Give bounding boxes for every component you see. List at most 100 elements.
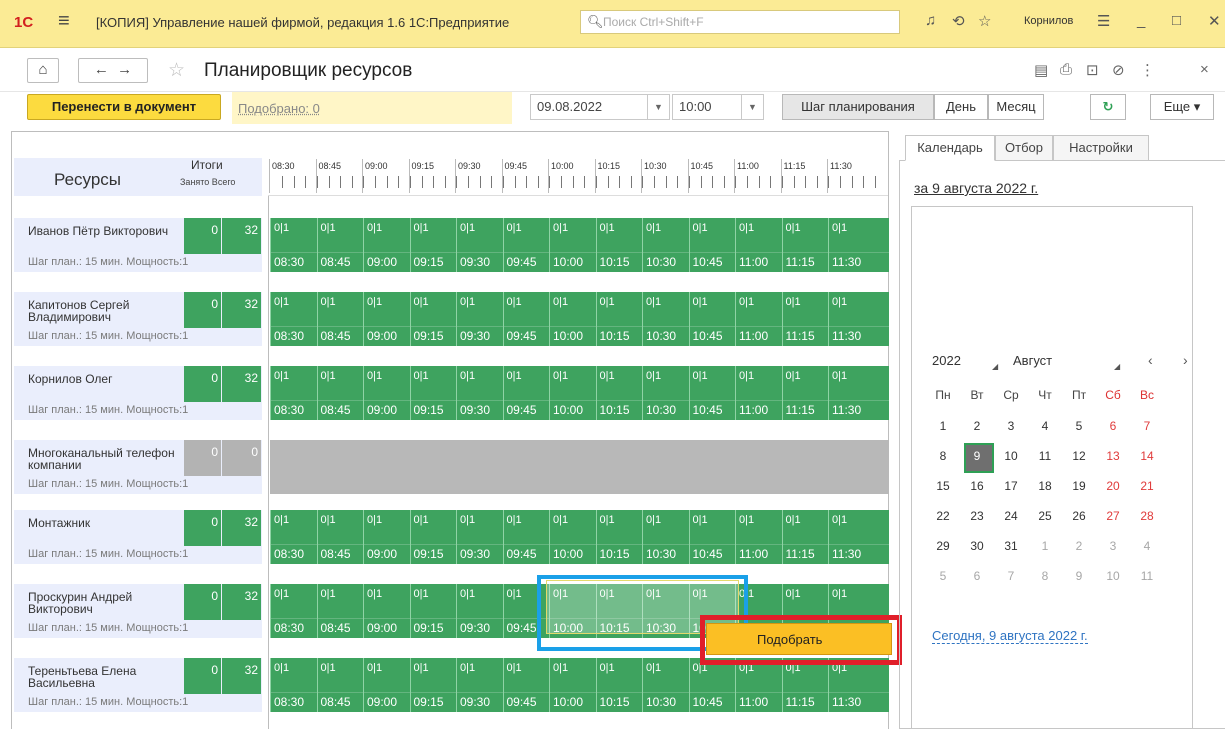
save-icon[interactable]: ▤: [1034, 61, 1048, 79]
calendar-day[interactable]: 23: [960, 502, 994, 530]
calendar-day[interactable]: 6: [960, 562, 994, 590]
resource-name[interactable]: Многоканальный телефон компании: [14, 440, 184, 476]
calendar-day[interactable]: 10: [994, 442, 1028, 470]
schedule-cell[interactable]: 0|110:45: [688, 510, 735, 564]
calendar-day[interactable]: 30: [960, 532, 994, 560]
schedule-cell[interactable]: 0|111:00: [735, 366, 781, 420]
calendar-day[interactable]: 6: [1096, 412, 1130, 440]
schedule-cell[interactable]: 0|1 09:15: [409, 584, 456, 638]
calendar-day[interactable]: 13: [1096, 442, 1130, 470]
calendar-day[interactable]: 14: [1130, 442, 1164, 470]
transfer-to-document-button[interactable]: Перенести в документ: [27, 94, 221, 120]
schedule-cell[interactable]: 0|1 10:30: [642, 292, 688, 346]
main-menu-icon[interactable]: ≡: [58, 10, 70, 33]
schedule-cell[interactable]: 0|111:30: [828, 218, 874, 272]
mode-month-button[interactable]: Месяц: [988, 94, 1044, 120]
calendar-day[interactable]: 4: [1028, 412, 1062, 440]
schedule-cell[interactable]: 0|1 10:30: [642, 366, 688, 420]
schedule-cell[interactable]: 0|1 09:30: [456, 658, 502, 712]
resource-name[interactable]: Монтажник: [14, 510, 184, 546]
schedule-cell[interactable]: 0|1 08:30: [270, 218, 316, 272]
calendar-day[interactable]: 15: [926, 472, 960, 500]
schedule-cell[interactable]: 0|1 08:45: [316, 584, 363, 638]
schedule-cell[interactable]: 0|1 10:15: [595, 366, 642, 420]
calendar-day[interactable]: 5: [1062, 412, 1096, 440]
schedule-cell[interactable]: 0|1 08:45: [316, 366, 363, 420]
calendar-day[interactable]: 29: [926, 532, 960, 560]
resource-name[interactable]: Проскурин Андрей Викторович: [14, 584, 184, 620]
schedule-cell[interactable]: 0|1 09:15: [409, 658, 456, 712]
calendar-day[interactable]: 3: [994, 412, 1028, 440]
close-icon[interactable]: ✕: [1208, 12, 1221, 30]
schedule-cell[interactable]: 0|111:30: [828, 366, 874, 420]
schedule-cell[interactable]: 0|110:45: [688, 658, 735, 712]
resource-name[interactable]: Корнилов Олег: [14, 366, 184, 402]
time-field[interactable]: 10:00: [672, 94, 742, 120]
schedule-cell[interactable]: 0|1 09:00: [363, 218, 409, 272]
schedule-cell[interactable]: 0|1 11:15: [781, 218, 828, 272]
month-dropdown-icon[interactable]: ◢: [1114, 362, 1120, 371]
schedule-cell[interactable]: 0|1 10:30: [642, 510, 688, 564]
calendar-day[interactable]: 26: [1062, 502, 1096, 530]
calendar-day[interactable]: 19: [1062, 472, 1096, 500]
calendar-day[interactable]: 5: [926, 562, 960, 590]
link-icon[interactable]: ⊘: [1112, 61, 1125, 79]
schedule-cell[interactable]: 0|111:00: [735, 658, 781, 712]
resource-name[interactable]: Капитонов Сергей Владимирович: [14, 292, 184, 328]
schedule-cell[interactable]: 0|1 08:45: [316, 292, 363, 346]
calendar-day[interactable]: 7: [994, 562, 1028, 590]
calendar-day[interactable]: 22: [926, 502, 960, 530]
calendar-day[interactable]: 3: [1096, 532, 1130, 560]
calendar-day[interactable]: 31: [994, 532, 1028, 560]
settings-menu-icon[interactable]: ☰: [1097, 12, 1110, 30]
calendar-day[interactable]: 1: [1028, 532, 1062, 560]
tab-calendar[interactable]: Календарь: [905, 135, 995, 161]
current-user[interactable]: Корнилов: [1024, 15, 1073, 27]
calendar-day[interactable]: 21: [1130, 472, 1164, 500]
schedule-cell[interactable]: 0|1 10:15: [595, 658, 642, 712]
resource-name[interactable]: Иванов Пётр Викторович: [14, 218, 184, 254]
resource-schedule-band[interactable]: 0|1 08:30 0|1 08:45 0|1 09:00 0|1 09:15 0|1 09:30…: [270, 510, 889, 564]
schedule-cell[interactable]: 0|111:30: [828, 292, 874, 346]
calendar-day[interactable]: 2: [960, 412, 994, 440]
mode-day-button[interactable]: День: [934, 94, 988, 120]
schedule-cell[interactable]: 0|111:30: [828, 658, 874, 712]
schedule-cell[interactable]: 0|1 09:30: [456, 584, 502, 638]
favorites-icon[interactable]: ☆: [978, 12, 991, 30]
schedule-cell[interactable]: 0|1 09:30: [456, 366, 502, 420]
mode-step-button[interactable]: Шаг планирования: [782, 94, 934, 120]
calendar-day[interactable]: 1: [926, 412, 960, 440]
today-link[interactable]: Сегодня, 9 августа 2022 г.: [932, 628, 1088, 644]
schedule-cell[interactable]: 0|1 09:00: [363, 292, 409, 346]
schedule-cell[interactable]: 0|1 09:00: [363, 510, 409, 564]
print-icon[interactable]: ⎙: [1060, 61, 1072, 78]
schedule-cell[interactable]: 0|110:45: [688, 366, 735, 420]
schedule-cell[interactable]: 0|1 11:15: [781, 366, 828, 420]
selected-count-link[interactable]: Подобрано: 0: [238, 101, 320, 116]
schedule-cell[interactable]: 0|1 09:15: [409, 292, 456, 346]
calendar-day[interactable]: 17: [994, 472, 1028, 500]
bookmark-star-icon[interactable]: ☆: [168, 59, 185, 82]
schedule-cell[interactable]: 0|1 10:15: [595, 292, 642, 346]
calendar-day[interactable]: 8: [926, 442, 960, 470]
calendar-day[interactable]: 24: [994, 502, 1028, 530]
resource-schedule-band[interactable]: 0|1 08:30 0|1 08:45 0|1 09:00 0|1 09:15 0|1 09:30…: [270, 658, 889, 712]
calendar-day[interactable]: 11: [1130, 562, 1164, 590]
resource-schedule-band[interactable]: 0|1 08:30 0|1 08:45 0|1 09:00 0|1 09:15 0|1 09:30…: [270, 366, 889, 420]
resource-schedule-band[interactable]: [270, 440, 889, 494]
calendar-day[interactable]: 12: [1062, 442, 1096, 470]
schedule-cell[interactable]: 0|1 10:30: [642, 658, 688, 712]
calendar-day[interactable]: 9: [960, 442, 994, 473]
schedule-cell[interactable]: 0|1 10:15: [595, 218, 642, 272]
refresh-icon[interactable]: ↻: [1090, 94, 1126, 120]
schedule-cell[interactable]: 0|1 11:15: [781, 510, 828, 564]
next-month-icon[interactable]: ›: [1183, 352, 1188, 368]
schedule-cell[interactable]: 0|1 10:00: [549, 292, 595, 346]
schedule-cell[interactable]: 0|1 08:30: [270, 658, 316, 712]
tab-settings[interactable]: Настройки: [1053, 135, 1149, 161]
resource-schedule-band[interactable]: 0|1 08:30 0|1 08:45 0|1 09:00 0|1 09:15 0|1 09:30…: [270, 292, 889, 346]
schedule-cell[interactable]: 0|1 08:45: [316, 218, 363, 272]
schedule-cell[interactable]: 0|1 09:30: [456, 218, 502, 272]
schedule-cell[interactable]: 0|111:00: [735, 292, 781, 346]
calendar-month[interactable]: Август: [1013, 353, 1052, 368]
